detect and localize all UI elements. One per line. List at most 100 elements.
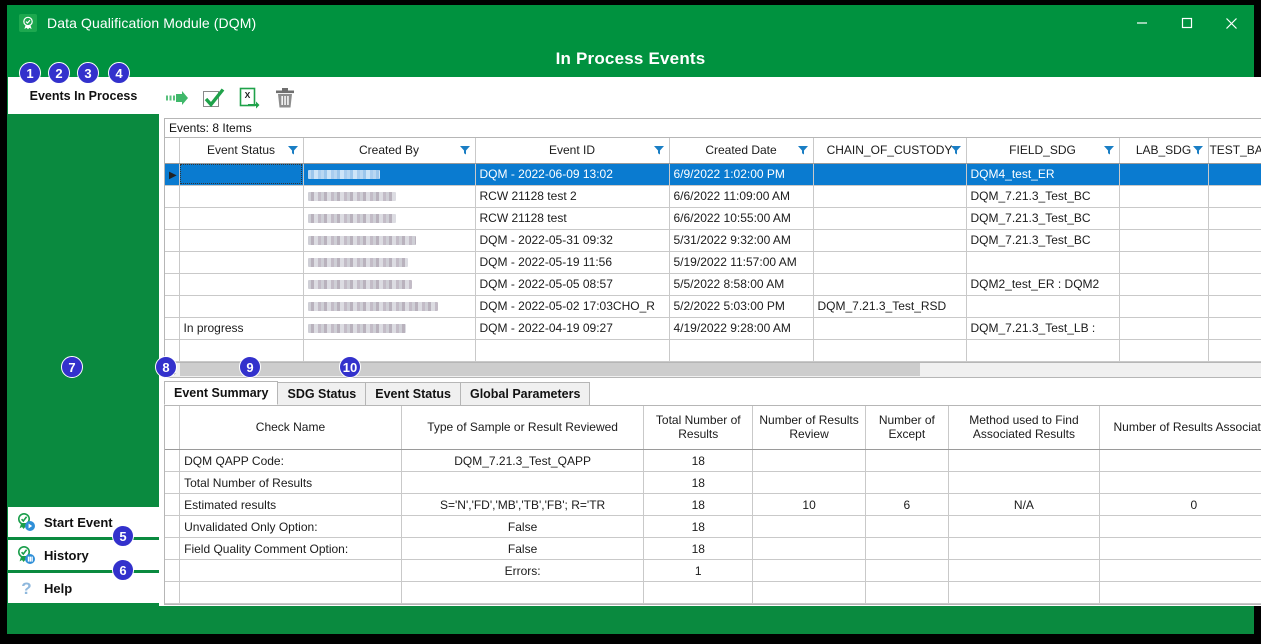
cell-total-results[interactable]: 18 [644, 472, 753, 494]
cell-results-associated[interactable] [1100, 516, 1261, 538]
cell-field-sdg[interactable] [966, 295, 1119, 317]
tab-event-summary[interactable]: Event Summary [164, 381, 278, 405]
cell-test-batch[interactable] [1208, 163, 1261, 185]
row-selector-cell[interactable] [165, 538, 180, 560]
column-header-event-status[interactable]: Event Status [179, 138, 303, 163]
cell-results-review[interactable] [753, 450, 866, 472]
cell-results-review[interactable] [753, 472, 866, 494]
sidebar-item-help[interactable]: ? Help [8, 573, 159, 606]
cell-type-reviewed[interactable]: Errors: [401, 560, 644, 582]
cell-event-id[interactable]: DQM - 2022-06-09 13:02 [475, 163, 669, 185]
cell-blank[interactable] [669, 339, 813, 361]
cell-check-name[interactable]: Total Number of Results [180, 472, 402, 494]
cell-results-associated[interactable] [1100, 450, 1261, 472]
cell-created-date[interactable]: 5/19/2022 11:57:00 AM [669, 251, 813, 273]
cell-chain-of-custody[interactable] [813, 163, 966, 185]
filter-icon[interactable] [653, 144, 665, 156]
column-header-field-sdg[interactable]: FIELD_SDG [966, 138, 1119, 163]
cell-event-id[interactable]: DQM - 2022-05-19 11:56 [475, 251, 669, 273]
row-selector-cell[interactable] [165, 472, 180, 494]
table-row[interactable]: Estimated resultsS='N','FD','MB','TB','F… [165, 494, 1261, 516]
cell-chain-of-custody[interactable] [813, 229, 966, 251]
filter-icon[interactable] [950, 144, 962, 156]
cell-field-sdg[interactable]: DQM_7.21.3_Test_BC [966, 207, 1119, 229]
table-row-blank[interactable] [165, 339, 1261, 361]
cell-field-sdg[interactable]: DQM2_test_ER : DQM2 [966, 273, 1119, 295]
cell-blank[interactable] [401, 582, 644, 604]
cell-chain-of-custody[interactable] [813, 251, 966, 273]
row-selector-cell[interactable] [165, 317, 179, 339]
cell-blank[interactable] [180, 582, 402, 604]
cell-method[interactable] [948, 538, 1100, 560]
cell-lab-sdg[interactable] [1119, 251, 1208, 273]
cell-field-sdg[interactable]: DQM4_test_ER [966, 163, 1119, 185]
delete-trash-icon[interactable] [272, 85, 298, 111]
cell-event-status[interactable] [179, 273, 303, 295]
row-selector-cell[interactable] [165, 516, 180, 538]
row-selector-cell[interactable] [165, 494, 180, 516]
cell-test-batch[interactable] [1208, 273, 1261, 295]
cell-type-reviewed[interactable]: False [401, 516, 644, 538]
cell-created-date[interactable]: 5/2/2022 5:03:00 PM [669, 295, 813, 317]
cell-type-reviewed[interactable]: False [401, 538, 644, 560]
cell-created-by[interactable] [303, 163, 475, 185]
cell-blank[interactable] [165, 582, 180, 604]
table-row[interactable]: RCW 21128 test6/6/2022 10:55:00 AMDQM_7.… [165, 207, 1261, 229]
cell-created-by[interactable] [303, 273, 475, 295]
cell-event-status[interactable] [179, 185, 303, 207]
tab-sdg-status[interactable]: SDG Status [277, 382, 366, 405]
cell-chain-of-custody[interactable] [813, 317, 966, 339]
cell-check-name[interactable]: Field Quality Comment Option: [180, 538, 402, 560]
cell-field-sdg[interactable]: DQM_7.21.3_Test_BC [966, 185, 1119, 207]
hscroll-thumb[interactable] [180, 363, 920, 376]
cell-event-id[interactable]: DQM - 2022-04-19 09:27 [475, 317, 669, 339]
cell-blank[interactable] [1208, 339, 1261, 361]
cell-lab-sdg[interactable] [1119, 229, 1208, 251]
cell-results-review[interactable] [753, 538, 866, 560]
cell-number-except[interactable] [866, 450, 949, 472]
cell-check-name[interactable]: Unvalidated Only Option: [180, 516, 402, 538]
approve-check-icon[interactable] [200, 85, 226, 111]
table-row[interactable]: DQM QAPP Code:DQM_7.21.3_Test_QAPP18 [165, 450, 1261, 472]
tab-global-parameters[interactable]: Global Parameters [460, 382, 590, 405]
cell-check-name[interactable]: DQM QAPP Code: [180, 450, 402, 472]
cell-created-by[interactable] [303, 229, 475, 251]
column-header-event-id[interactable]: Event ID [475, 138, 669, 163]
column-header-chain-of-custody[interactable]: CHAIN_OF_CUSTODY [813, 138, 966, 163]
cell-method[interactable] [948, 560, 1100, 582]
cell-results-review[interactable] [753, 560, 866, 582]
column-header-created-by[interactable]: Created By [303, 138, 475, 163]
cell-field-sdg[interactable] [966, 251, 1119, 273]
cell-method[interactable]: N/A [948, 494, 1100, 516]
table-row[interactable]: Errors:1 [165, 560, 1261, 582]
cell-created-by[interactable] [303, 185, 475, 207]
table-row[interactable]: In progressDQM - 2022-04-19 09:274/19/20… [165, 317, 1261, 339]
cell-created-by[interactable] [303, 295, 475, 317]
sidebar-item-history[interactable]: History [8, 540, 159, 573]
cell-created-by[interactable] [303, 207, 475, 229]
cell-blank[interactable] [813, 339, 966, 361]
table-row[interactable]: DQM - 2022-05-31 09:325/31/2022 9:32:00 … [165, 229, 1261, 251]
row-selector-cell[interactable] [165, 207, 179, 229]
cell-event-id[interactable]: DQM - 2022-05-31 09:32 [475, 229, 669, 251]
table-row[interactable]: Field Quality Comment Option:False18 [165, 538, 1261, 560]
cell-event-status[interactable] [179, 229, 303, 251]
cell-results-review[interactable] [753, 516, 866, 538]
cell-total-results[interactable]: 18 [644, 494, 753, 516]
table-row[interactable]: DQM - 2022-05-19 11:565/19/2022 11:57:00… [165, 251, 1261, 273]
tab-event-status[interactable]: Event Status [365, 382, 461, 405]
cell-chain-of-custody[interactable] [813, 207, 966, 229]
table-row[interactable]: DQM - 2022-05-05 08:575/5/2022 8:58:00 A… [165, 273, 1261, 295]
cell-type-reviewed[interactable] [401, 472, 644, 494]
cell-field-sdg[interactable]: DQM_7.21.3_Test_BC [966, 229, 1119, 251]
cell-number-except[interactable] [866, 472, 949, 494]
cell-event-status[interactable] [179, 207, 303, 229]
cell-total-results[interactable]: 18 [644, 450, 753, 472]
cell-event-id[interactable]: RCW 21128 test [475, 207, 669, 229]
cell-results-review[interactable]: 10 [753, 494, 866, 516]
cell-created-date[interactable]: 5/5/2022 8:58:00 AM [669, 273, 813, 295]
table-row[interactable]: Unvalidated Only Option:False18 [165, 516, 1261, 538]
table-row[interactable]: RCW 21128 test 26/6/2022 11:09:00 AMDQM_… [165, 185, 1261, 207]
cell-created-date[interactable]: 4/19/2022 9:28:00 AM [669, 317, 813, 339]
cell-blank[interactable] [179, 339, 303, 361]
